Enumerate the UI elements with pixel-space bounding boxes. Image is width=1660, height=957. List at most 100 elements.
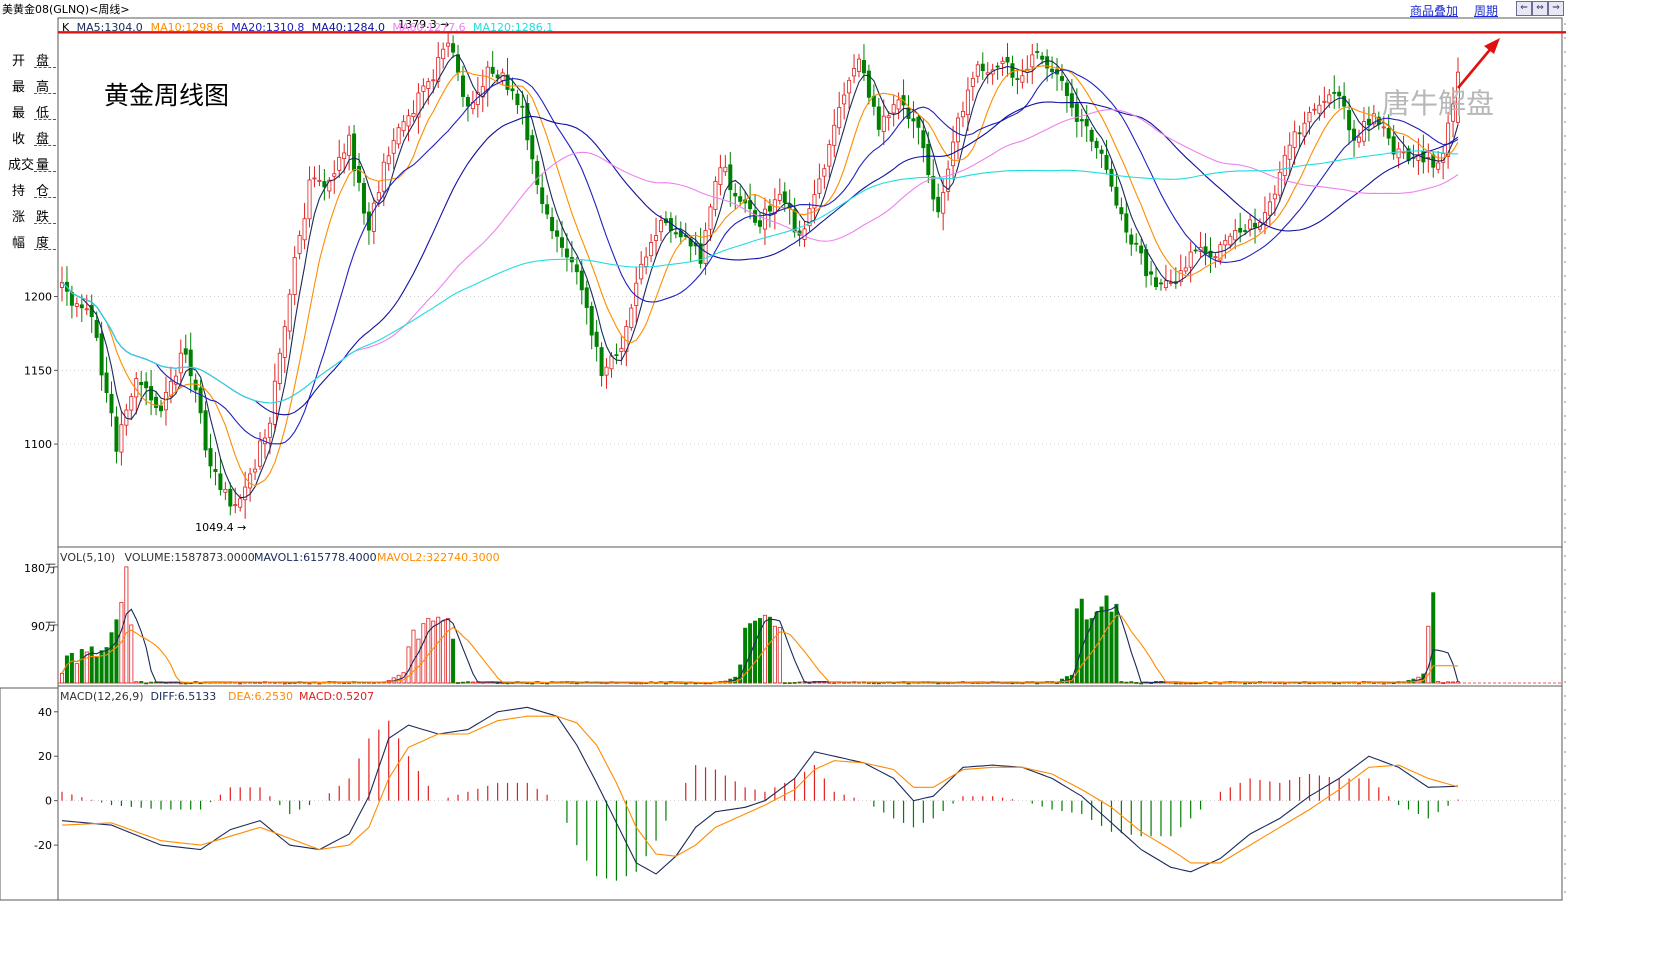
- candle-body: [352, 133, 357, 172]
- candle-body: [421, 85, 426, 92]
- candle-body: [411, 113, 416, 118]
- candle-body: [1109, 168, 1114, 187]
- candle-body: [317, 179, 322, 182]
- candle-body: [159, 405, 164, 412]
- volume-bar: [124, 566, 129, 684]
- candle-body: [609, 355, 614, 370]
- candle-body: [753, 210, 758, 223]
- candle-body: [1347, 110, 1352, 131]
- candle-body: [1327, 94, 1332, 104]
- volume-bar: [89, 646, 94, 684]
- candle-body: [550, 217, 555, 232]
- candle-body: [728, 164, 733, 191]
- volume-bar: [416, 638, 421, 684]
- candle-body: [956, 117, 961, 143]
- candle-body: [1059, 76, 1064, 81]
- candle-body: [228, 488, 233, 507]
- candle-body: [564, 248, 569, 258]
- candle-body: [619, 348, 624, 352]
- macd-tick-label: 20: [38, 750, 52, 763]
- chart-title-annotation: 黄金周线图: [104, 81, 230, 110]
- volume-bar: [1104, 595, 1109, 684]
- ma-legend: MA40:1284.0: [312, 21, 385, 34]
- candle-body: [574, 264, 579, 273]
- candle-body: [292, 256, 297, 295]
- candle-body: [238, 498, 243, 508]
- volume-bar: [69, 652, 74, 684]
- candle-body: [183, 348, 188, 355]
- candle-body: [995, 65, 1000, 68]
- candle-body: [1000, 60, 1005, 64]
- candle-body: [921, 130, 926, 149]
- candle-body: [1104, 154, 1109, 170]
- candle-body: [1129, 234, 1134, 245]
- candle-body: [658, 220, 663, 233]
- candle-body: [782, 191, 787, 203]
- candle-body: [579, 270, 584, 291]
- candle-body: [837, 107, 842, 129]
- candle-body: [84, 308, 89, 311]
- chart-canvas[interactable]: 1100115012001379.3 →1049.4 →K MA5:1304.0 M…: [0, 0, 1660, 957]
- macd-histogram: [61, 720, 1459, 881]
- candle-body: [644, 256, 649, 267]
- candle-body: [1282, 154, 1287, 176]
- candle-body: [723, 166, 728, 173]
- candle-body: [99, 333, 104, 376]
- candle-body: [312, 177, 317, 180]
- volume-bar: [777, 627, 782, 684]
- price-tick-label: 1200: [24, 291, 52, 304]
- candle-body: [129, 396, 134, 411]
- candle-body: [1020, 75, 1025, 83]
- candle-body: [1119, 207, 1124, 215]
- candle-body: [401, 121, 406, 132]
- macd-tick-label: 40: [38, 706, 52, 719]
- candle-body: [614, 354, 619, 357]
- volume-legend: MAVOL2:322740.3000: [377, 551, 500, 564]
- candle-body: [277, 352, 282, 384]
- candle-body: [540, 187, 545, 204]
- candle-body: [1253, 222, 1258, 228]
- candle-body: [1223, 240, 1228, 246]
- ma20-line: [61, 69, 1459, 445]
- candle-body: [233, 504, 238, 507]
- candle-body: [970, 77, 975, 87]
- candle-body: [149, 386, 154, 401]
- candle-body: [1124, 213, 1129, 233]
- candle-body: [208, 448, 213, 467]
- candle-body: [510, 88, 515, 92]
- candle-body: [1307, 112, 1312, 123]
- volume-bar: [60, 672, 65, 684]
- candle-body: [302, 218, 307, 241]
- candle-body: [79, 304, 84, 309]
- ma120-line: [61, 150, 1458, 404]
- candle-body: [1183, 267, 1188, 272]
- candle-body: [94, 319, 99, 338]
- candle-body: [347, 134, 352, 156]
- volume-legend: MAVOL1:615778.4000: [254, 551, 377, 564]
- candle-body: [1144, 249, 1149, 277]
- dea-line: [61, 715, 1459, 864]
- candle-body: [1114, 186, 1119, 206]
- candle-body: [287, 293, 292, 332]
- candle-body: [406, 115, 411, 127]
- candle-body: [223, 488, 228, 493]
- candle-body: [1015, 78, 1020, 81]
- volume-bar: [431, 620, 436, 684]
- ma-legend: MA10:1298.6: [151, 21, 224, 34]
- candle-body: [1356, 136, 1361, 143]
- candle-body: [1243, 230, 1248, 232]
- candle-body: [431, 79, 436, 82]
- candle-body: [876, 106, 881, 130]
- volume-bar: [1079, 598, 1084, 684]
- candle-body: [1396, 148, 1401, 159]
- candle-body: [1277, 171, 1282, 196]
- volume-bar: [84, 651, 89, 684]
- candle-body: [1366, 118, 1371, 126]
- k-legend: K: [62, 21, 70, 34]
- volume-bar: [767, 616, 772, 684]
- candle-body: [371, 202, 376, 232]
- candle-body: [1386, 127, 1391, 139]
- candle-body: [555, 230, 560, 237]
- candle-body: [733, 192, 738, 197]
- candle-body: [1391, 136, 1396, 155]
